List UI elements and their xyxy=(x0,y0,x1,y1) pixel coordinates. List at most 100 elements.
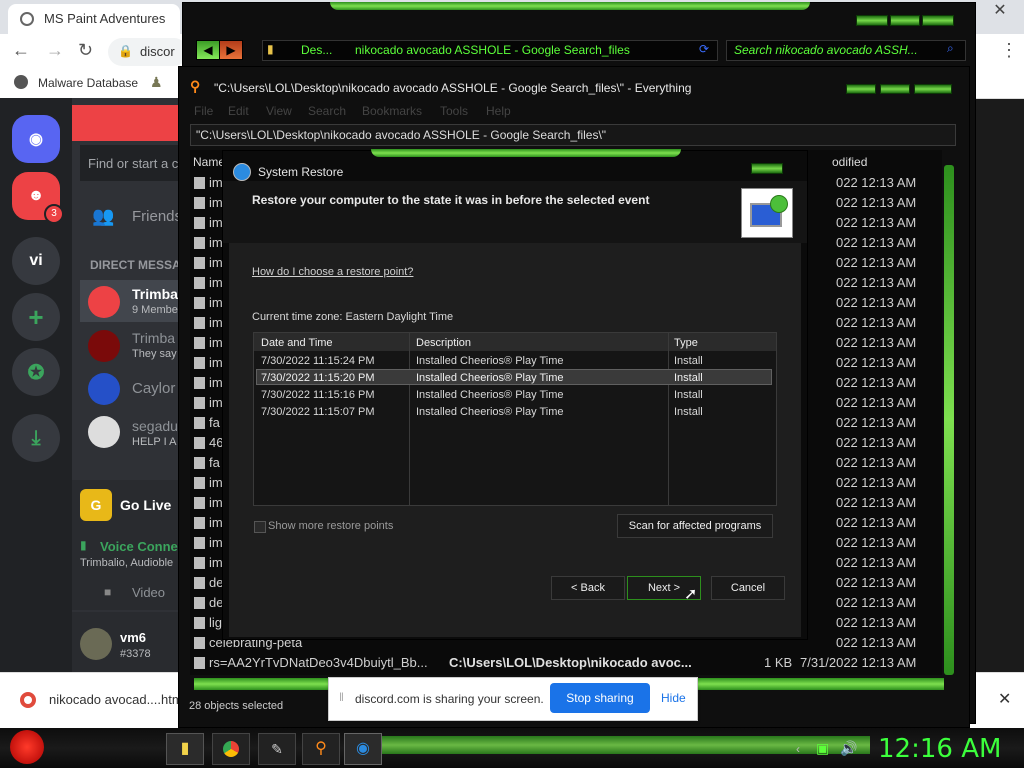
file-name[interactable]: im xyxy=(209,395,223,410)
menu-kebab-icon[interactable]: ⋮ xyxy=(1000,40,1018,61)
back-arrow-icon[interactable]: ← xyxy=(12,40,30,61)
menu-tools[interactable]: Tools xyxy=(440,104,468,118)
restore-description[interactable]: Installed Cheerios® Play Time xyxy=(416,355,564,367)
address-bar[interactable]: 🔒 discor xyxy=(108,38,188,66)
taskbar-paint-button[interactable]: ✎ xyxy=(258,733,296,765)
cancel-button[interactable]: Cancel xyxy=(711,576,785,600)
restore-close-button[interactable] xyxy=(751,163,783,174)
file-name[interactable]: im xyxy=(209,495,223,510)
nav-back-button[interactable]: ◀ xyxy=(196,40,220,60)
file-name[interactable]: fa xyxy=(209,455,220,470)
bookmark-icon[interactable]: ♟ xyxy=(150,74,163,91)
explorer-close-button[interactable] xyxy=(922,15,954,26)
restore-datetime[interactable]: 7/30/2022 11:15:07 PM xyxy=(261,406,375,418)
restore-type[interactable]: Install xyxy=(674,355,703,367)
file-name[interactable]: im xyxy=(209,235,223,250)
file-name[interactable]: im xyxy=(209,275,223,290)
start-button-angry-bird-icon[interactable] xyxy=(10,730,44,764)
taskbar-chrome-button[interactable] xyxy=(212,733,250,765)
chrome-tab[interactable]: MS Paint Adventures xyxy=(8,4,180,34)
discord-home-icon[interactable]: ◉ xyxy=(12,115,60,163)
everything-vscroll[interactable] xyxy=(944,165,954,675)
menu-file[interactable]: File xyxy=(194,104,213,118)
file-name[interactable]: fa xyxy=(209,415,220,430)
user-avatar[interactable] xyxy=(80,628,112,660)
everything-maximize-button[interactable] xyxy=(880,84,910,94)
taskbar-clock[interactable]: 12:16 AM xyxy=(878,734,1001,764)
file-name[interactable]: im xyxy=(209,515,223,530)
col-header-name[interactable]: Name xyxy=(193,155,225,169)
last-row-name[interactable]: rs=AA2YrTvDNatDeo3v4Dbuiytl_Bb... xyxy=(209,655,428,670)
friends-link[interactable]: Friends xyxy=(132,208,182,225)
everything-close-button[interactable] xyxy=(914,84,952,94)
drag-handle-icon[interactable]: ‖ xyxy=(339,690,344,704)
scan-affected-programs-button[interactable]: Scan for affected programs xyxy=(617,514,773,538)
restore-description[interactable]: Installed Cheerios® Play Time xyxy=(416,406,564,418)
explorer-search-box[interactable]: Search nikocado avocado ASSH... ⌕ xyxy=(726,40,966,61)
add-server-icon[interactable]: + xyxy=(12,293,60,341)
bookmark-malware-database[interactable]: Malware Database xyxy=(38,76,138,90)
address-crumb[interactable]: Des... xyxy=(301,43,332,57)
stop-sharing-button[interactable]: Stop sharing xyxy=(550,683,650,713)
file-name[interactable]: im xyxy=(209,315,223,330)
taskbar-restore-button[interactable]: ◉ xyxy=(344,733,382,765)
explorer-minimize-button[interactable] xyxy=(856,15,888,26)
server-vi[interactable]: vi xyxy=(12,237,60,285)
file-name[interactable]: im xyxy=(209,195,223,210)
video-button[interactable]: Video xyxy=(132,585,165,600)
dm-name[interactable]: Caylor xyxy=(132,380,175,397)
restore-datetime[interactable]: 7/30/2022 11:15:24 PM xyxy=(261,355,375,367)
restore-type[interactable]: Install xyxy=(674,389,703,401)
download-icon[interactable]: ⤓ xyxy=(12,414,60,462)
restore-datetime[interactable]: 7/30/2022 11:15:20 PM xyxy=(261,372,375,384)
file-name[interactable]: im xyxy=(209,215,223,230)
hide-button[interactable]: Hide xyxy=(661,691,686,705)
explorer-address-bar[interactable]: ▮ Des... nikocado avocado ASSHOLE - Goog… xyxy=(262,40,718,61)
tray-chevron-icon[interactable]: ‹ xyxy=(796,742,800,756)
forward-arrow-icon[interactable]: → xyxy=(46,40,64,61)
dm-name[interactable]: Trimba xyxy=(132,286,178,302)
tray-volume-icon[interactable]: 🔊 xyxy=(840,740,857,757)
file-name[interactable]: im xyxy=(209,475,223,490)
restore-description[interactable]: Installed Cheerios® Play Time xyxy=(416,372,564,384)
nav-forward-button[interactable]: ▶ xyxy=(219,40,243,60)
restore-type[interactable]: Install xyxy=(674,406,703,418)
reload-icon[interactable]: ↻ xyxy=(78,40,93,61)
file-name[interactable]: im xyxy=(209,255,223,270)
menu-bookmarks[interactable]: Bookmarks xyxy=(362,104,422,118)
file-name[interactable]: im xyxy=(209,535,223,550)
file-name[interactable]: im xyxy=(209,295,223,310)
file-name[interactable]: im xyxy=(209,375,223,390)
address-title[interactable]: nikocado avocado ASSHOLE - Google Search… xyxy=(355,43,630,57)
everything-minimize-button[interactable] xyxy=(846,84,876,94)
taskbar-explorer-button[interactable]: ▮ xyxy=(166,733,204,765)
restore-help-link[interactable]: How do I choose a restore point? xyxy=(252,266,413,278)
refresh-icon[interactable]: ⟳ xyxy=(699,42,709,56)
col-datetime[interactable]: Date and Time xyxy=(261,337,333,349)
dm-name[interactable]: segadu xyxy=(132,418,178,434)
col-header-modified[interactable]: odified xyxy=(832,155,867,169)
restore-description[interactable]: Installed Cheerios® Play Time xyxy=(416,389,564,401)
search-icon[interactable]: ⌕ xyxy=(947,41,954,56)
explore-compass-icon[interactable]: ✪ xyxy=(12,348,60,396)
file-name[interactable]: im xyxy=(209,175,223,190)
file-name[interactable]: im xyxy=(209,555,223,570)
close-download-bar-icon[interactable]: ✕ xyxy=(998,689,1011,709)
file-name[interactable]: im xyxy=(209,335,223,350)
col-description[interactable]: Description xyxy=(416,337,471,349)
tray-network-icon[interactable]: ▣ xyxy=(816,740,829,757)
menu-help[interactable]: Help xyxy=(486,104,511,118)
everything-search-input[interactable]: "C:\Users\LOL\Desktop\nikocado avocado A… xyxy=(190,124,956,146)
back-button[interactable]: < Back xyxy=(551,576,625,600)
go-live-label[interactable]: Go Live xyxy=(120,497,171,513)
menu-search[interactable]: Search xyxy=(308,104,346,118)
window-close-icon[interactable]: ✕ xyxy=(986,0,1014,19)
restore-type[interactable]: Install xyxy=(674,372,703,384)
menu-edit[interactable]: Edit xyxy=(228,104,249,118)
dm-name[interactable]: Trimba xyxy=(132,330,175,346)
restore-datetime[interactable]: 7/30/2022 11:15:16 PM xyxy=(261,389,375,401)
taskbar-everything-button[interactable]: ⚲ xyxy=(302,733,340,765)
explorer-maximize-button[interactable] xyxy=(890,15,920,26)
show-more-checkbox[interactable] xyxy=(254,521,266,533)
download-filename[interactable]: nikocado avocad....htm xyxy=(49,692,183,707)
